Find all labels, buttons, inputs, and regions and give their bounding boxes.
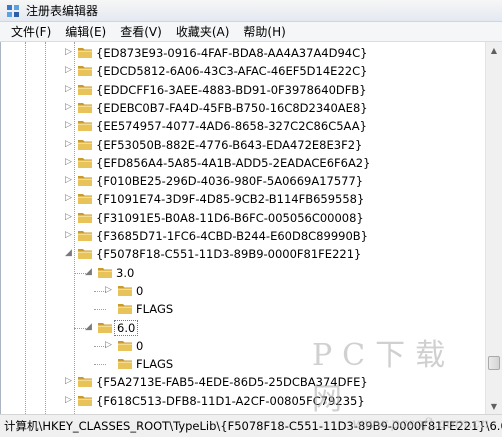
folder-icon [78,84,92,95]
tree-item[interactable]: ▷ {F010BE25-296D-4036-980F-5A0669A17577} [1,172,485,190]
tree-item-child[interactable]: FLAGS [1,300,485,318]
tree-item[interactable]: ▷ {ED873E93-0916-4FAF-BDA8-AA4A37A4D94C} [1,44,485,62]
folder-icon [78,377,92,388]
triangle-right-icon[interactable]: ▷ [64,157,73,168]
triangle-right-icon[interactable]: ▷ [104,285,113,296]
menu-file[interactable]: 文件(F) [4,23,58,40]
tree-item-label: {EDEBC0B7-FA4D-45FB-B750-16C8D2340AE8} [96,100,368,115]
tree-item[interactable]: ▷ {F618C513-DFB8-11D1-A2CF-00805FC79235} [1,392,485,410]
tree-item[interactable]: ▷ {EDDCFF16-3AEE-4883-BD91-0F3978640DFB} [1,81,485,99]
tree-item-label: {F5078F18-C551-11D3-89B9-0000F81FE221} [96,247,362,262]
tree-item-label: FLAGS [136,357,174,372]
tree-item[interactable]: ▷ {F3685D71-1FC6-4CBD-B244-E60D8C89990B} [1,227,485,245]
folder-icon [78,194,92,205]
triangle-right-icon[interactable]: ▷ [64,395,73,406]
folder-icon [78,102,92,113]
triangle-right-icon[interactable]: ▷ [64,139,73,150]
triangle-down-icon[interactable]: ◢ [84,322,93,333]
tree-item-label: 6.0 [114,319,139,336]
tree-item-label: {EE574957-4077-4AD6-8658-327C2C86C5AA} [96,119,367,134]
tree-item-version[interactable]: ◢ 3.0 [1,264,485,282]
status-bar: 计算机\HKEY_CLASSES_ROOT\TypeLib\{F5078F18-… [0,414,502,437]
triangle-right-icon[interactable]: ▷ [64,212,73,223]
tree-item-label: {F618C513-DFB8-11D1-A2CF-00805FC79235} [96,393,365,408]
tree-item[interactable]: ▷ {EDCD5812-6A06-43C3-AFAC-46EF5D14E22C} [1,62,485,80]
triangle-right-icon[interactable]: ▷ [64,84,73,95]
title-bar: 注册表编辑器 [0,0,502,22]
folder-icon [78,231,92,241]
tree-item-child[interactable]: ▷ 0 [1,337,485,355]
scroll-up-arrow-icon[interactable]: ▲ [486,42,502,58]
menu-help[interactable]: 帮助(H) [236,23,292,40]
tree-item-child[interactable]: FLAGS [1,355,485,373]
window-title: 注册表编辑器 [26,4,99,18]
status-path: 计算机\HKEY_CLASSES_ROOT\TypeLib\{F5078F18-… [4,419,502,433]
triangle-right-icon[interactable]: ▷ [64,175,73,186]
folder-icon [98,322,112,333]
folder-icon [78,157,92,168]
tree-item[interactable]: ▷ {EFD856A4-5A85-4A1B-ADD5-2EADACE6F6A2} [1,154,485,172]
tree-item-expanded[interactable]: ◢ {F5078F18-C551-11D3-89B9-0000F81FE221} [1,245,485,263]
triangle-right-icon[interactable]: ▷ [64,120,73,131]
tree-item-label: {ED873E93-0916-4FAF-BDA8-AA4A37A4D94C} [96,46,368,60]
folder-icon [78,121,92,132]
menu-bar: 文件(F) 编辑(E) 查看(V) 收藏夹(A) 帮助(H) [0,22,502,42]
folder-icon [78,176,92,187]
folder-icon [78,249,92,260]
tree-item[interactable]: ▷ {F5A2713E-FAB5-4EDE-86D5-25DCBA374DFE} [1,373,485,391]
scrollbar-thumb[interactable] [488,356,500,370]
tree-item[interactable]: ▷ {EDEBC0B7-FA4D-45FB-B750-16C8D2340AE8} [1,99,485,117]
tree-item-label: 0 [136,338,144,353]
folder-icon [78,139,92,150]
triangle-down-icon[interactable]: ◢ [64,248,73,259]
triangle-right-icon[interactable]: ▷ [64,193,73,204]
tree-guide-line [94,309,106,311]
tree-item-version-selected[interactable]: ◢ 6.0 [1,319,485,337]
tree-item-child[interactable]: ▷ 0 [1,282,485,300]
triangle-right-icon[interactable]: ▷ [64,102,73,113]
tree-item-label: 3.0 [116,265,135,280]
folder-icon [118,285,132,296]
tree-item-label: FLAGS [136,302,174,317]
registry-editor-icon [7,4,19,17]
tree-item-label: {EDDCFF16-3AEE-4883-BD91-0F3978640DFB} [96,82,367,97]
tree-item-label: {EDCD5812-6A06-43C3-AFAC-46EF5D14E22C} [96,64,368,79]
tree-item-label: {F3685D71-1FC6-4CBD-B244-E60D8C89990B} [96,229,368,243]
triangle-right-icon[interactable]: ▷ [64,376,73,387]
folder-icon [78,395,92,406]
vertical-scrollbar[interactable]: ▲ ▼ [485,42,502,414]
registry-tree[interactable]: ▷ {ED873E93-0916-4FAF-BDA8-AA4A37A4D94C} ▷… [0,42,485,414]
tree-item[interactable]: ▷ {EF53050B-882E-4776-B643-EDA472E8E3F2} [1,136,485,154]
folder-icon [118,359,132,370]
tree-item-label: {EF53050B-882E-4776-B643-EDA472E8E3F2} [96,137,363,152]
tree-item-label: 0 [136,283,144,298]
menu-favorites[interactable]: 收藏夹(A) [169,23,237,40]
tree-item-label: {F010BE25-296D-4036-980F-5A0669A17577} [96,174,364,189]
tree-item-label: {EFD856A4-5A85-4A1B-ADD5-2EADACE6F6A2} [96,155,371,170]
folder-icon [98,267,112,278]
triangle-right-icon[interactable]: ▷ [64,230,73,241]
tree-item[interactable]: ▷ {F31091E5-B0A8-11D6-B6FC-005056C00008} [1,209,485,227]
folder-icon [78,212,92,223]
triangle-right-icon[interactable]: ▷ [104,340,113,351]
folder-icon [118,340,132,351]
scroll-down-arrow-icon[interactable]: ▼ [486,398,502,414]
tree-item-label: {F31091E5-B0A8-11D6-B6FC-005056C00008} [96,210,364,225]
tree-guide-line [94,364,106,366]
menu-edit[interactable]: 编辑(E) [58,23,113,40]
folder-icon [78,66,92,77]
tree-item-label: {F1091E74-3D9F-4D85-9CB2-B114FB659558} [96,192,365,207]
tree-item[interactable]: ▷ {F1091E74-3D9F-4D85-9CB2-B114FB659558} [1,190,485,208]
triangle-right-icon[interactable]: ▷ [64,65,73,76]
triangle-right-icon[interactable]: ▷ [64,47,73,58]
tree-item-label: {F5A2713E-FAB5-4EDE-86D5-25DCBA374DFE} [96,375,368,390]
folder-icon [78,48,92,58]
folder-icon [118,304,132,315]
menu-view[interactable]: 查看(V) [113,23,169,40]
tree-item[interactable]: ▷ {EE574957-4077-4AD6-8658-327C2C86C5AA} [1,117,485,135]
triangle-down-icon[interactable]: ◢ [84,267,93,278]
